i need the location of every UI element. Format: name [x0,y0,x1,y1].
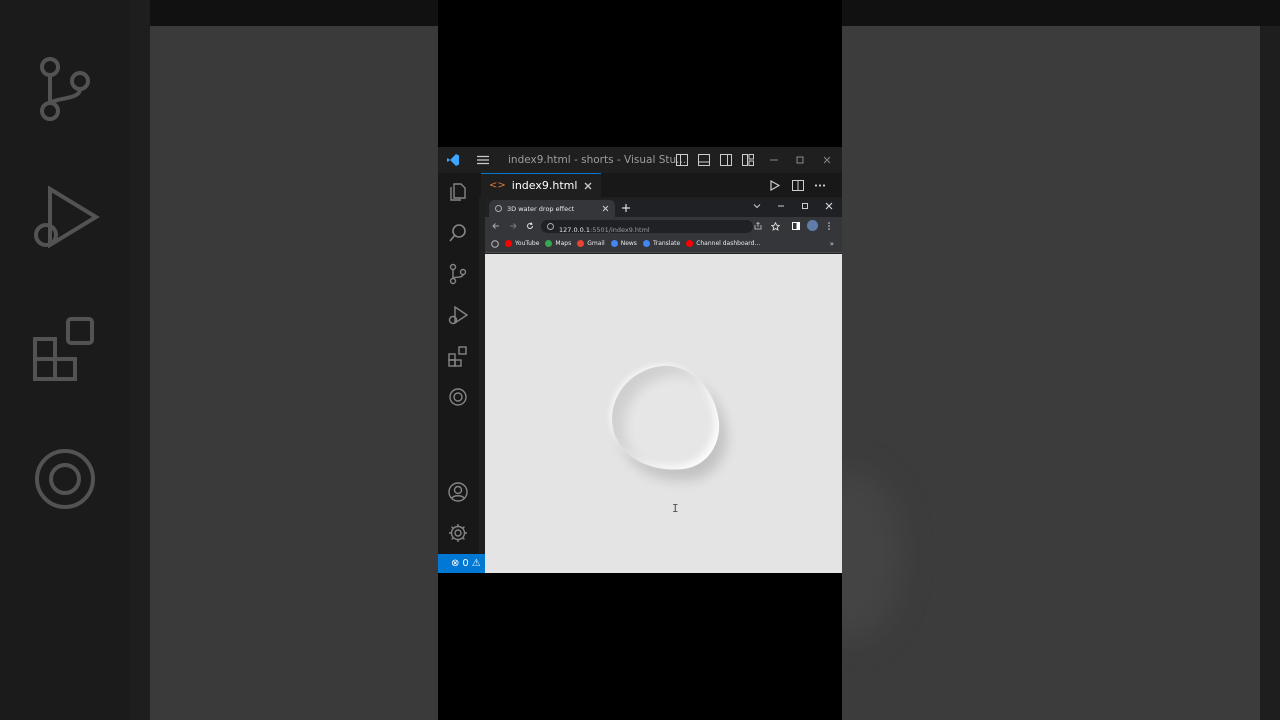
customize-layout-icon[interactable] [741,153,755,167]
toggle-secondary-sidebar-icon[interactable] [719,153,733,167]
problems-count: 0 [462,558,469,569]
side-panel-icon[interactable] [792,222,800,230]
bookmark-maps[interactable]: Maps [545,240,571,247]
run-debug-icon [34,185,100,249]
tab-index9-html[interactable]: <> index9.html [481,173,602,197]
error-icon: ⊗ [451,558,460,569]
extensions-icon [33,317,94,381]
apps-globe-icon[interactable] [491,239,499,248]
warning-icon: ⚠ [471,558,481,569]
browser-minimize-icon[interactable] [777,202,785,210]
bookmark-label: YouTube [515,240,540,247]
split-editor-icon[interactable] [792,180,804,191]
window-title: index9.html - shorts - Visual Stu... [508,154,687,166]
gmail-icon [577,240,585,247]
bookmark-label: Translate [652,240,681,247]
bookmark-label: Maps [555,240,572,247]
share-icon[interactable] [754,222,762,230]
site-info-icon[interactable] [547,223,554,230]
close-window-icon[interactable] [820,153,834,167]
bookmark-translate[interactable]: Translate [642,240,681,247]
activity-bar [438,173,479,555]
youtube-icon [505,240,512,247]
background-top-strip [150,0,438,26]
source-control-icon [40,57,90,121]
chatgpt-icon[interactable] [447,386,469,408]
browser-window: 3D water drop effect 127.0.0.1:5501/inde… [485,199,842,573]
maximize-icon[interactable] [793,153,807,167]
vscode-logo-icon [447,154,459,166]
close-browser-tab-icon[interactable] [602,205,609,212]
search-icon[interactable] [447,222,469,244]
status-bar-problems[interactable]: ⊗ 0 ⚠ [438,554,485,573]
bookmarks-bar: YouTube Maps Gmail News Translate Channe… [485,235,842,253]
close-tab-icon[interactable] [583,181,593,191]
openai-icon [35,449,95,509]
address-bar[interactable]: 127.0.0.1:5501/index9.html [541,220,753,234]
more-actions-icon[interactable] [814,180,826,191]
forward-icon[interactable] [509,222,517,230]
url-host: 127.0.0.1 [559,226,591,234]
html-file-icon: <> [489,180,506,191]
water-drop [605,359,725,478]
settings-gear-icon[interactable] [447,522,469,544]
background-left [0,0,438,720]
back-icon[interactable] [492,222,500,230]
chrome-menu-icon[interactable] [827,222,831,230]
bookmark-label: Gmail [587,240,605,247]
accounts-icon[interactable] [447,481,469,503]
background-right [842,0,1280,720]
explorer-icon[interactable] [447,181,469,203]
browser-tab[interactable]: 3D water drop effect [489,200,615,217]
tab-label: index9.html [511,179,578,192]
youtube-studio-icon [686,240,694,247]
profile-avatar[interactable] [807,220,818,231]
url-path: :5501/index9.html [590,226,650,234]
source-control-icon[interactable] [447,263,469,285]
bookmark-channel-dashboard[interactable]: Channel dashboard... [686,240,760,247]
title-bar: index9.html - shorts - Visual Stu... [438,147,842,173]
bookmark-label: Channel dashboard... [696,240,761,247]
browser-tab-title: 3D water drop effect [507,204,575,213]
translate-icon [642,240,650,247]
bookmark-star-icon[interactable] [771,222,780,231]
editor-tab-bar: <> index9.html [479,173,842,197]
browser-toolbar: 127.0.0.1:5501/index9.html [485,217,842,235]
run-debug-icon[interactable] [447,304,469,326]
browser-maximize-icon[interactable] [801,202,809,210]
run-icon[interactable] [769,180,780,191]
maps-icon [545,240,553,247]
browser-close-icon[interactable] [825,202,833,210]
bookmark-label: News [620,240,637,247]
background-pane-right [842,26,1260,720]
menu-icon[interactable] [476,153,490,167]
background-pane [150,26,438,720]
browser-tab-strip: 3D water drop effect [485,199,842,217]
background-top-strip-right [842,0,1280,26]
reload-icon[interactable] [526,222,534,230]
news-icon [610,240,618,247]
more-bookmarks-icon[interactable]: » [830,240,834,248]
bookmark-gmail[interactable]: Gmail [577,240,605,247]
extensions-icon[interactable] [447,345,469,367]
toggle-panel-icon[interactable] [697,153,711,167]
minimize-icon[interactable] [767,153,781,167]
vscode-window: index9.html - shorts - Visual Stu... ⊗ 0… [438,147,842,573]
text-cursor-icon: I [672,502,679,515]
bookmark-news[interactable]: News [610,240,637,247]
tab-search-chevron-icon[interactable] [753,202,761,210]
bookmark-youtube[interactable]: YouTube [505,240,539,247]
toggle-primary-sidebar-icon[interactable] [675,153,689,167]
globe-icon [495,205,502,212]
new-tab-icon[interactable] [622,204,630,212]
web-page-viewport[interactable]: I [485,254,842,573]
